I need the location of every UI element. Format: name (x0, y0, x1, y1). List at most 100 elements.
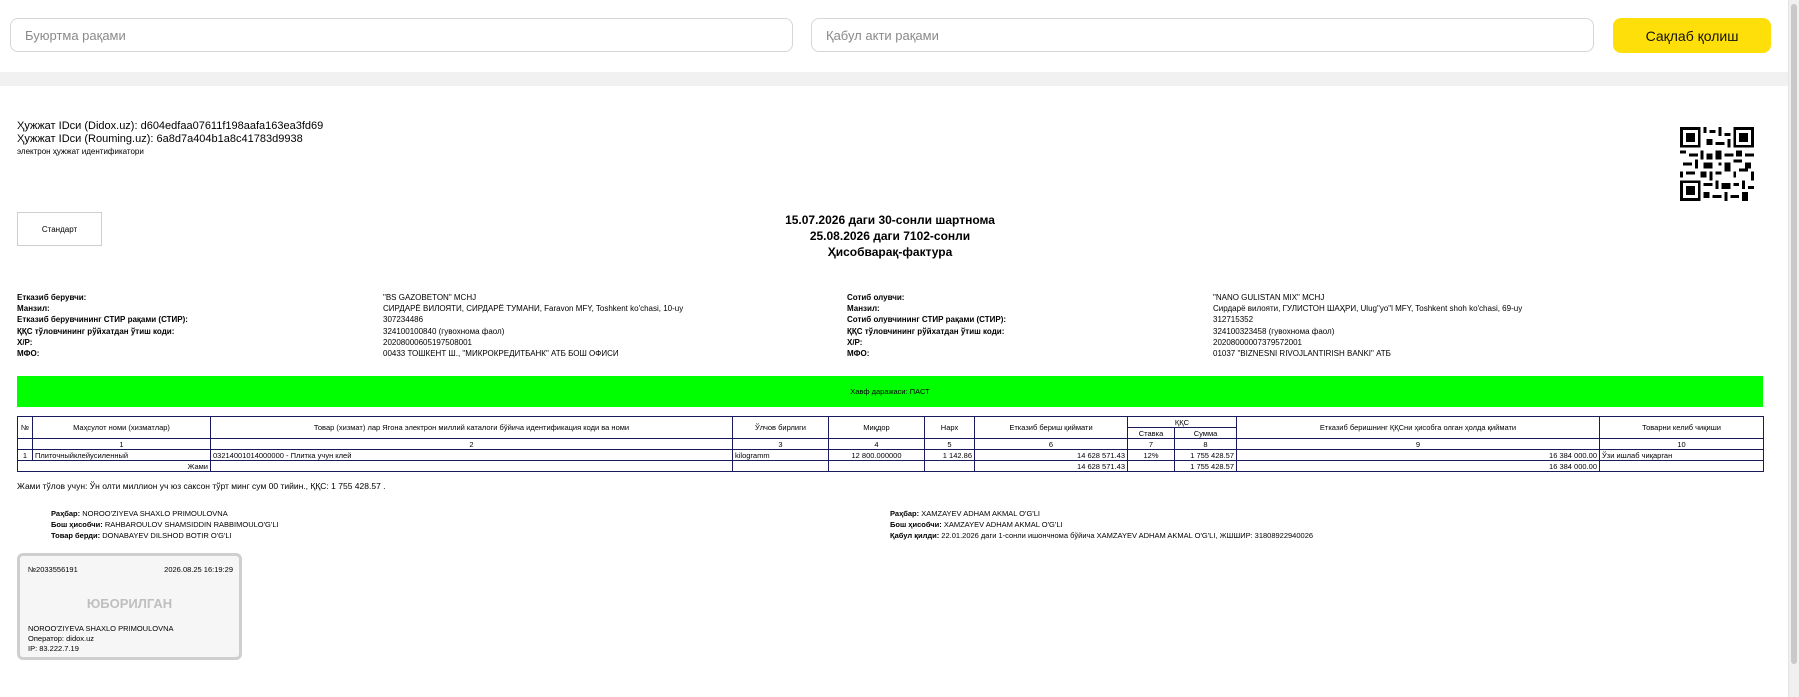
column-number: 7 (1127, 438, 1175, 450)
col-product-name: Маҳсулот номи (хизматлар) (32, 416, 211, 439)
seller-accountant-label: Бош ҳисобчи: (51, 520, 103, 529)
totals-vat-sum: 1 755 428.57 (1174, 460, 1237, 472)
seller-head: NOROO'ZIYEVA SHAXLO PRIMOULOVNA (82, 509, 228, 518)
seller-head-label: Раҳбар: (51, 509, 81, 518)
seller-account: 20208000605197508001 (383, 338, 472, 347)
standard-button[interactable]: Стандарт (17, 212, 102, 246)
table-header-row: № Маҳсулот номи (хизматлар) Товар (хизма… (17, 416, 1764, 439)
cell-no: 1 (17, 449, 33, 461)
totals-empty (1127, 460, 1175, 472)
col-quantity: Миқдор (828, 416, 925, 439)
stamp-ip: IP: 83.222.7.19 (28, 644, 79, 653)
cell-cost: 14 628 571.43 (974, 449, 1128, 461)
table-row: 1 Плиточныйклейусиленный 032140010140000… (17, 449, 1764, 461)
buyer-address-label: Манзил: (847, 304, 880, 313)
column-number: 5 (924, 438, 975, 450)
totals-total: 16 384 000.00 (1236, 460, 1600, 472)
save-button[interactable]: Сақлаб қолиш (1613, 18, 1771, 53)
total-in-words: Жами тўлов учун: Ўн олти миллион уч юз с… (17, 481, 386, 491)
stamp-operator: Оператор: didox.uz (28, 634, 95, 643)
col-vat-rate: Ставка (1127, 427, 1175, 439)
totals-empty (1599, 460, 1764, 472)
invoice-type-line: Ҳисобварақ-фактура (827, 245, 953, 259)
totals-empty (732, 460, 829, 472)
buyer-vat: 324100323458 (гувохнома фаол) (1213, 327, 1335, 336)
seller-name: "BS GAZOBETON" MCHJ (383, 293, 477, 302)
sent-stamp: №2033556191 2026.08.25 16:19:29 ЮБОРИЛГА… (17, 553, 242, 660)
col-vat: ҚҚС (1127, 416, 1237, 428)
cell-vat-sum: 1 755 428.57 (1174, 449, 1237, 461)
rouming-id: Ҳужжат IDси (Rouming.uz): 6a8d7a404b1a8c… (17, 133, 303, 145)
totals-label: Жами (17, 460, 211, 472)
stamp-status: ЮБОРИЛГАН (86, 596, 173, 611)
stamp-datetime: 2026.08.25 16:19:29 (164, 565, 233, 574)
invoice-document: Ҳужжат IDси (Didox.uz): d604edfaa07611f1… (0, 86, 1788, 697)
totals-empty (210, 460, 733, 472)
invoice-table: № Маҳсулот номи (хизматлар) Товар (хизма… (17, 416, 1764, 472)
vertical-scrollbar[interactable] (1788, 0, 1799, 697)
id-caption: электрон ҳужжат идентификатори (17, 147, 144, 156)
column-number-row: 1 2 3 4 5 6 7 8 9 10 (17, 438, 1764, 450)
stamp-number: №2033556191 (28, 565, 78, 574)
buyer-signatures: Раҳбар: XAMZAYEV ADHAM AKMAL O'G'LI Бош … (890, 508, 1313, 541)
document-ids: Ҳужжат IDси (Didox.uz): d604edfaa07611f1… (17, 120, 323, 157)
buyer-accountant-label: Бош ҳисобчи: (890, 520, 942, 529)
totals-empty (924, 460, 975, 472)
buyer-address: Сирдарё вилояти, ГУЛИСТОН ШАҲРИ, Ulug"yo… (1213, 304, 1523, 313)
seller-name-label: Етказиб берувчи: (17, 293, 87, 302)
seller-accountant: RAHBAROULOV SHAMSIDDIN RABBIMOULO'G'LI (104, 520, 279, 529)
col-unit: Ўлчов бирлиги (732, 416, 829, 439)
seller-vat-label: ҚҚС тўловчининг рўйхатдан ўтиш коди: (17, 327, 175, 336)
seller-inn-label: Етказиб берувчининг СТИР рақами (СТИР): (17, 315, 188, 324)
stamp-signer: NOROO'ZIYEVA SHAXLO PRIMOULOVNA (28, 624, 174, 633)
separator-band (0, 72, 1788, 86)
totals-row: Жами 14 628 571.43 1 755 428.57 16 384 0… (17, 460, 1764, 472)
cell-code: 03214001014000000 - Плитка учун клей (210, 449, 733, 461)
seller-address-label: Манзил: (17, 304, 50, 313)
order-number-input[interactable] (10, 18, 793, 52)
cell-qty: 12 800.000000 (828, 449, 925, 461)
buyer-received-label: Қабул қилди: (890, 531, 940, 540)
column-number: 1 (32, 438, 211, 450)
buyer-head-label: Раҳбар: (890, 509, 920, 518)
buyer-vat-label: ҚҚС тўловчининг рўйхатдан ўтиш коди: (847, 327, 1005, 336)
qr-code-icon (1680, 127, 1754, 201)
totals-cost: 14 628 571.43 (974, 460, 1128, 472)
column-number: 4 (828, 438, 925, 450)
col-vat-sum: Сумма (1174, 427, 1237, 439)
seller-mfo-label: МФО: (17, 349, 40, 358)
scrollbar-thumb[interactable] (1791, 4, 1797, 664)
invoice-number-line: 25.08.2026 даги 7102-сонли (809, 229, 971, 243)
buyer-inn: 312715352 (1213, 315, 1254, 324)
seller-released-label: Товар берди: (51, 531, 101, 540)
totals-empty (828, 460, 925, 472)
col-total-with-vat: Етказиб беришнинг ҚҚСни ҳисобга олган ҳо… (1236, 416, 1600, 439)
cell-origin: Ўзи ишлаб чиқарган (1599, 449, 1764, 461)
buyer-head: XAMZAYEV ADHAM AKMAL O'G'LI (921, 509, 1040, 518)
risk-level-banner: Хавф даражаси: ПАСТ (17, 376, 1763, 407)
cell-unit: kilogramm (732, 449, 829, 461)
seller-inn: 307234486 (383, 315, 424, 324)
col-catalog-code: Товар (хизмат) лар Ягона электрон миллий… (210, 416, 733, 439)
seller-mfo: 00433 ТОШКЕНТ Ш., "МИКРОКРЕДИТБАНК" АТБ … (383, 349, 619, 358)
column-number: 8 (1174, 438, 1237, 450)
col-price: Нарх (924, 416, 975, 439)
cell-total: 16 384 000.00 (1236, 449, 1600, 461)
buyer-account: 20208000007379572001 (1213, 338, 1302, 347)
cell-rate: 12% (1127, 449, 1175, 461)
didox-id: Ҳужжат IDси (Didox.uz): d604edfaa07611f1… (17, 120, 324, 132)
buyer-received: 22.01.2026 даги 1-сонли ишончнома бўйича… (941, 531, 1314, 540)
seller-released: DONABAYEV DILSHOD BOTIR O'G'LI (102, 531, 232, 540)
column-number: 2 (210, 438, 733, 450)
column-number-blank (17, 438, 33, 450)
cell-price: 1 142.86 (924, 449, 975, 461)
buyer-name-label: Сотиб олувчи: (847, 293, 905, 302)
column-number: 3 (732, 438, 829, 450)
contract-line: 15.07.2026 даги 30-сонли шартнома (785, 213, 995, 227)
column-number: 10 (1599, 438, 1764, 450)
col-origin: Товарни келиб чиқиши (1599, 416, 1764, 439)
acceptance-act-number-input[interactable] (811, 18, 1594, 52)
buyer-account-label: Х/Р: (847, 338, 863, 347)
seller-address: СИРДАРЁ ВИЛОЯТИ, СИРДАРЁ ТУМАНИ, Faravon… (383, 304, 684, 313)
buyer-mfo: 01037 "BIZNESNI RIVOJLANTIRISH BANKI" АТ… (1213, 349, 1391, 358)
